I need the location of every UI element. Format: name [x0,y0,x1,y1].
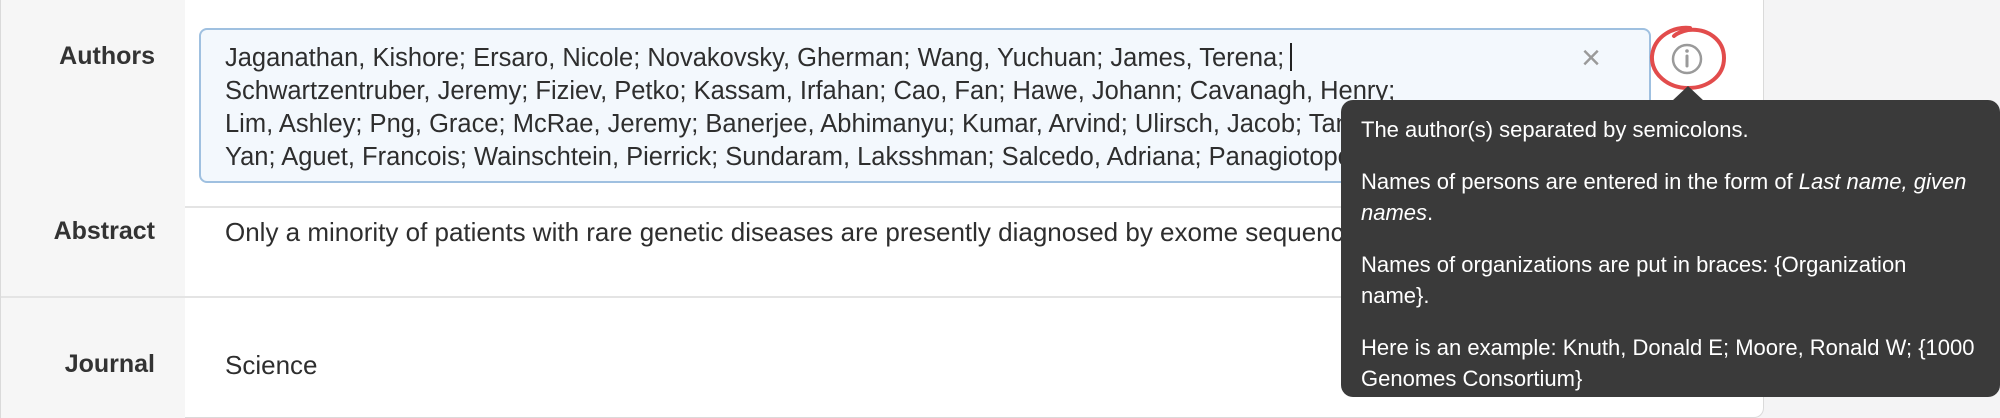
tooltip-paragraph-3: Names of organizations are put in braces… [1361,252,1907,308]
abstract-value[interactable]: Only a minority of patients with rare ge… [225,217,1378,248]
info-icon [1650,25,1727,91]
journal-label: Journal [64,350,155,378]
journal-value[interactable]: Science [225,350,318,381]
info-button[interactable] [1646,22,1728,94]
tooltip-paragraph-2: Names of persons are entered in the form… [1361,169,1967,225]
clear-field-button[interactable]: × [1575,41,1607,75]
authors-line-1: Jaganathan, Kishore; Ersaro, Nicole; Nov… [225,44,1285,72]
tooltip-arrow [1672,86,1704,101]
text-caret [1290,43,1293,71]
tooltip-paragraph-1: The author(s) separated by semicolons. [1361,117,1749,142]
tooltip-paragraph-4: Here is an example: Knuth, Donald E; Moo… [1361,335,1975,391]
authors-help-tooltip: The author(s) separated by semicolons. N… [1341,100,2000,397]
abstract-label: Abstract [53,217,155,245]
authors-label: Authors [59,42,155,70]
